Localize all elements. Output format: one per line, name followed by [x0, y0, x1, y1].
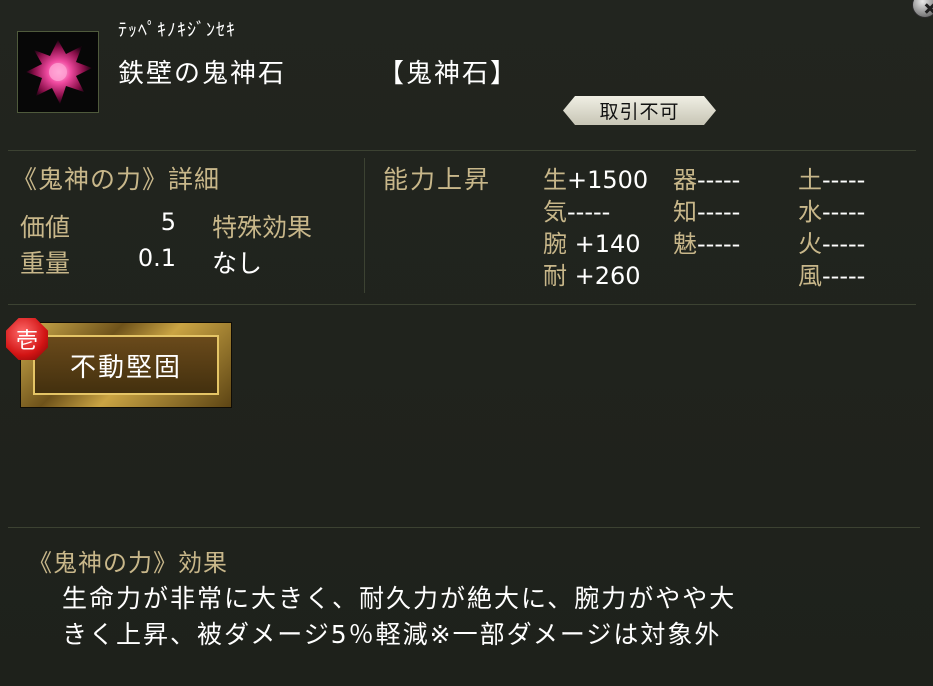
trade-status-badge: 取引不可	[563, 96, 716, 125]
value-label: 価値	[20, 213, 71, 242]
weight-label: 重量	[20, 249, 71, 278]
stat-dexterity: 器-----	[673, 166, 741, 194]
stat-earth: 土-----	[798, 166, 866, 194]
stat-water: 水-----	[798, 198, 866, 226]
divider	[8, 304, 916, 305]
value-number: 5	[160, 208, 176, 236]
special-effect-label: 特殊効果	[212, 213, 313, 242]
stat-life: 生+1500	[543, 166, 649, 194]
item-name: 鉄壁の鬼神石	[118, 59, 287, 89]
stat-fire: 火-----	[798, 230, 866, 258]
ability-title: 能力上昇	[383, 165, 492, 194]
stat-intellect: 知-----	[673, 198, 741, 226]
item-category: 【鬼神石】	[378, 59, 519, 89]
close-icon[interactable]	[912, 0, 933, 18]
divider	[364, 158, 365, 293]
demon-stone-icon	[17, 31, 99, 113]
stat-wind: 風-----	[798, 262, 866, 290]
item-tooltip-panel: ﾃｯﾍﾟｷﾉｷｼﾞﾝｾｷ 鉄壁の鬼神石 【鬼神石】 取引不可 《鬼神の力》詳細 …	[0, 0, 933, 686]
divider	[8, 150, 916, 151]
stat-endurance: 耐 +260	[543, 262, 641, 290]
effect-description-line: きく上昇、被ダメージ5％軽減※一部ダメージは対象外	[62, 620, 722, 649]
stat-strength: 腕 +140	[543, 230, 641, 258]
effect-title: 《鬼神の力》効果	[28, 549, 228, 577]
stat-charm: 魅-----	[673, 230, 741, 258]
effect-description-line: 生命力が非常に大きく、耐久力が絶大に、腕力がやや大	[62, 584, 737, 613]
item-reading: ﾃｯﾍﾟｷﾉｷｼﾞﾝｾｷ	[118, 20, 236, 41]
details-title: 《鬼神の力》詳細	[12, 165, 221, 194]
skill-button[interactable]: 不動堅固	[20, 322, 232, 408]
special-effect-value: なし	[212, 249, 263, 278]
weight-number: 0.1	[137, 244, 176, 272]
skill-name: 不動堅固	[33, 335, 219, 395]
divider	[8, 527, 920, 528]
stat-spirit: 気-----	[543, 198, 611, 226]
